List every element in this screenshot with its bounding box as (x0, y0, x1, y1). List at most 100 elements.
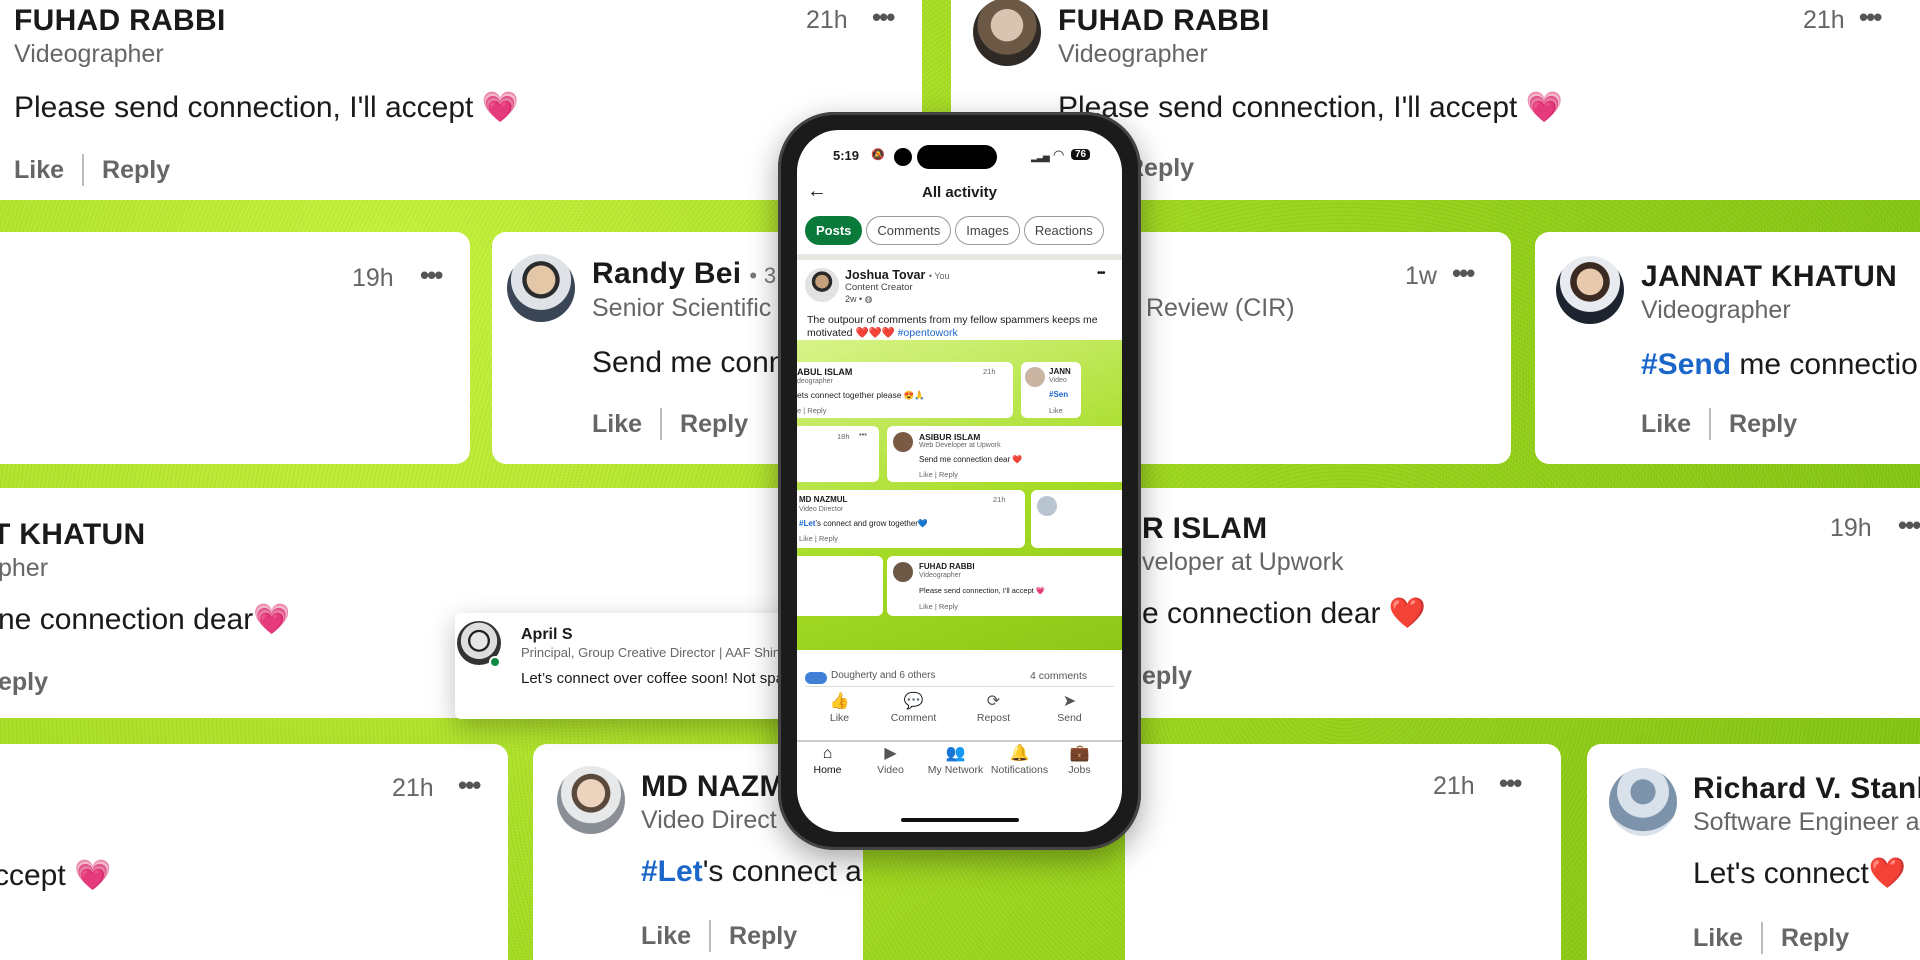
nav-home[interactable]: ⌂ Home (797, 744, 860, 776)
like-button[interactable]: Like (14, 156, 64, 185)
commenter-role: Videographer (1058, 40, 1208, 68)
reaction-summary[interactable]: Dougherty and 6 others (831, 670, 936, 681)
more-options-icon[interactable]: ••• (458, 770, 481, 801)
nav-video[interactable]: ▶ Video (858, 744, 923, 776)
comment-text: e connection dear ❤️ (1142, 597, 1427, 630)
comment-card-randy: Randy Bei • 3 Senior Scientific Send me c… (492, 232, 792, 464)
bell-icon: 🔔 (1009, 745, 1030, 762)
commenter-name: Randy Bei • 3 (592, 257, 777, 290)
divider (797, 254, 1122, 260)
send-icon: ➤ (1062, 693, 1077, 710)
repost-icon: ⟳ (986, 693, 1001, 710)
divider (1709, 408, 1712, 440)
signal-icon: ▂▃▅ (1031, 152, 1050, 162)
commenter-role: Video Direct (641, 806, 777, 834)
comment-icon: 💬 (903, 693, 924, 710)
comment-text: ccept 💗 (0, 859, 112, 892)
reply-button[interactable]: eply (0, 668, 48, 697)
comment-card-partial: 19h ••• (0, 232, 470, 464)
comment-time: 21h (1433, 772, 1475, 800)
divider (805, 686, 1114, 687)
wifi-icon: ◠ (1053, 147, 1065, 162)
mini-card (797, 556, 883, 616)
like-button[interactable]: Like (641, 922, 691, 951)
more-options-icon[interactable]: ••• (1452, 258, 1475, 289)
filter-reactions[interactable]: Reactions (1023, 216, 1104, 245)
online-status-dot (489, 656, 501, 668)
comment-text: Please send connection, I'll accept 💗 (1058, 91, 1564, 124)
more-options-icon[interactable]: ••• (1499, 768, 1522, 799)
post-age: 2w • ◍ (845, 294, 873, 304)
video-icon: ▶ (884, 745, 897, 762)
commenter-role: Software Engineer a (1693, 808, 1920, 836)
mini-card (1031, 490, 1122, 548)
post-comment-button[interactable]: 💬 Comment (881, 692, 946, 724)
comment-card-richard: Richard V. Stanl Software Engineer a Let… (1587, 744, 1920, 960)
comment-time: 1w (1405, 262, 1437, 290)
comment-card-partial-right: 21h ••• (1125, 744, 1561, 960)
avatar (1556, 256, 1624, 324)
post-image: ABUL ISLAM deographer ets connect togeth… (797, 340, 1122, 650)
post-repost-button[interactable]: ⟳ Repost (961, 692, 1026, 724)
bottom-nav: ⌂ Home ▶ Video 👥 My Network 🔔 Notifications … (797, 744, 1122, 784)
comment-card-accept: 21h ••• ccept 💗 (0, 744, 508, 960)
more-options-icon[interactable]: ••• (420, 260, 443, 291)
post-author-headline: Content Creator (845, 282, 913, 293)
commenter-name: FUHAD RABBI (14, 4, 226, 37)
mini-card: JANN Video #Sen Like (1021, 362, 1081, 418)
nav-notifications[interactable]: 🔔 Notifications (987, 744, 1052, 776)
camera-icon (894, 148, 912, 166)
reply-button[interactable]: eply (1142, 662, 1192, 691)
filter-comments[interactable]: Comments (866, 216, 952, 245)
reaction-icons (805, 672, 827, 684)
avatar (557, 766, 625, 834)
reply-button[interactable]: Reply (680, 410, 748, 439)
divider (660, 408, 663, 440)
home-indicator (901, 818, 1019, 822)
commenter-name: April S (521, 626, 573, 643)
mini-card: ASIBUR ISLAM Web Developer at Upwork Sen… (887, 426, 1122, 482)
post-like-button[interactable]: 👍 Like (807, 692, 872, 724)
comment-text: Send me conn (592, 346, 786, 379)
page-title: All activity (921, 184, 998, 201)
battery-icon: 76 (1071, 149, 1091, 160)
comment-card-review: Review (CIR) 1w ••• (1128, 232, 1511, 464)
nav-my-network[interactable]: 👥 My Network (923, 744, 988, 776)
comment-text: Let's connect❤️ (1693, 857, 1907, 890)
more-options-icon[interactable]: ••• (872, 2, 895, 33)
comment-time: 21h (392, 774, 434, 802)
post-author-avatar (805, 268, 839, 302)
more-options-icon[interactable]: ••• (1859, 2, 1882, 33)
globe-icon: ◍ (864, 294, 873, 304)
reply-button[interactable]: Reply (729, 922, 797, 951)
comment-text: ne connection dear💗 (0, 603, 291, 636)
reply-button[interactable]: Reply (1729, 410, 1797, 439)
like-button[interactable]: Like (1641, 410, 1691, 439)
divider (709, 920, 712, 952)
reply-button[interactable]: Reply (1781, 924, 1849, 953)
commenter-role: veloper at Upwork (1142, 548, 1344, 576)
like-button[interactable]: Like (1693, 924, 1743, 953)
post-more-icon[interactable]: ••• (1097, 268, 1105, 279)
nav-jobs[interactable]: 💼 Jobs (1047, 744, 1112, 776)
post-text: The outpour of comments from my fellow s… (807, 314, 1098, 339)
avatar (507, 254, 575, 322)
like-button[interactable]: Like (592, 410, 642, 439)
commenter-role: pher (0, 554, 49, 582)
comment-text: #Send me connectio (1641, 348, 1918, 381)
commenter-name: R ISLAM (1142, 512, 1268, 545)
network-icon: 👥 (945, 745, 966, 762)
thumbs-up-icon: 👍 (829, 693, 850, 710)
post-send-button[interactable]: ➤ Send (1037, 692, 1102, 724)
more-options-icon[interactable]: ••• (1898, 510, 1920, 541)
phone-frame: 5:19 🔕 ▂▃▅ ◠ 76 ← All activity Posts Comm… (778, 112, 1141, 850)
comments-count[interactable]: 4 comments (1030, 670, 1087, 682)
home-icon: ⌂ (822, 745, 833, 762)
filter-posts[interactable]: Posts (805, 216, 863, 245)
divider (1761, 922, 1764, 954)
commenter-name: Richard V. Stanl (1693, 772, 1920, 805)
filter-images[interactable]: Images (955, 216, 1020, 245)
reply-button[interactable]: Reply (102, 156, 170, 185)
commenter-role: Videographer (1641, 296, 1791, 324)
commenter-role: Review (CIR) (1146, 294, 1295, 322)
